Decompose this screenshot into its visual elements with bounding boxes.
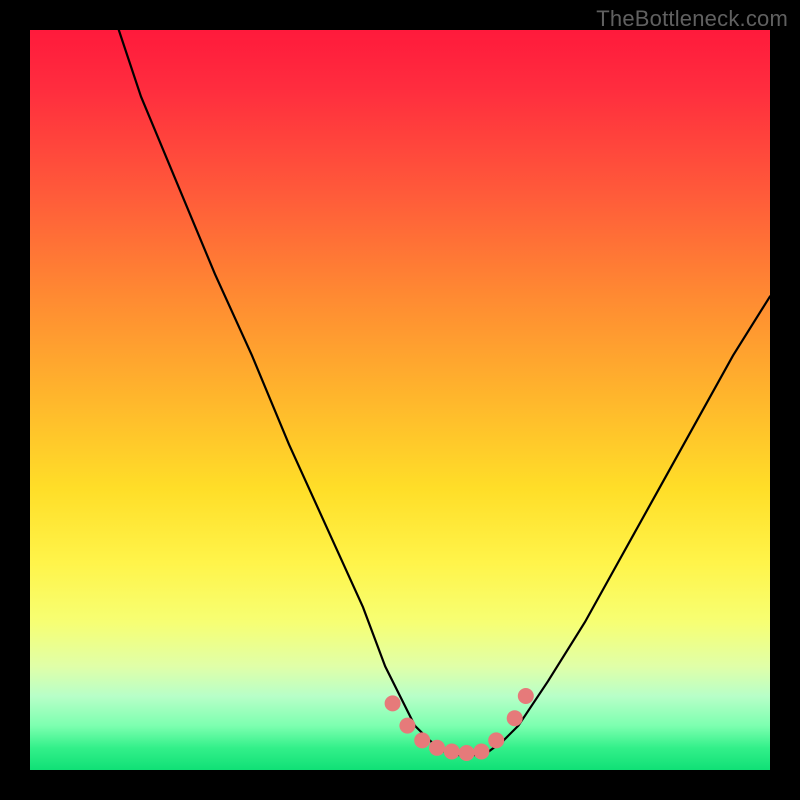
marker-dot [488,732,504,748]
attribution-watermark: TheBottleneck.com [596,6,788,32]
curve-layer [30,30,770,770]
marker-dot [429,740,445,756]
marker-dot [507,710,523,726]
marker-dot [473,744,489,760]
marker-dot [414,732,430,748]
plot-area [30,30,770,770]
curve-left-branch [119,30,430,740]
curve-right-branch [504,296,770,740]
marker-dot [459,745,475,761]
chart-frame: TheBottleneck.com [0,0,800,800]
marker-dot [385,695,401,711]
marker-dot [399,718,415,734]
marker-dot [518,688,534,704]
marker-dot [444,744,460,760]
marker-dots [385,688,534,761]
